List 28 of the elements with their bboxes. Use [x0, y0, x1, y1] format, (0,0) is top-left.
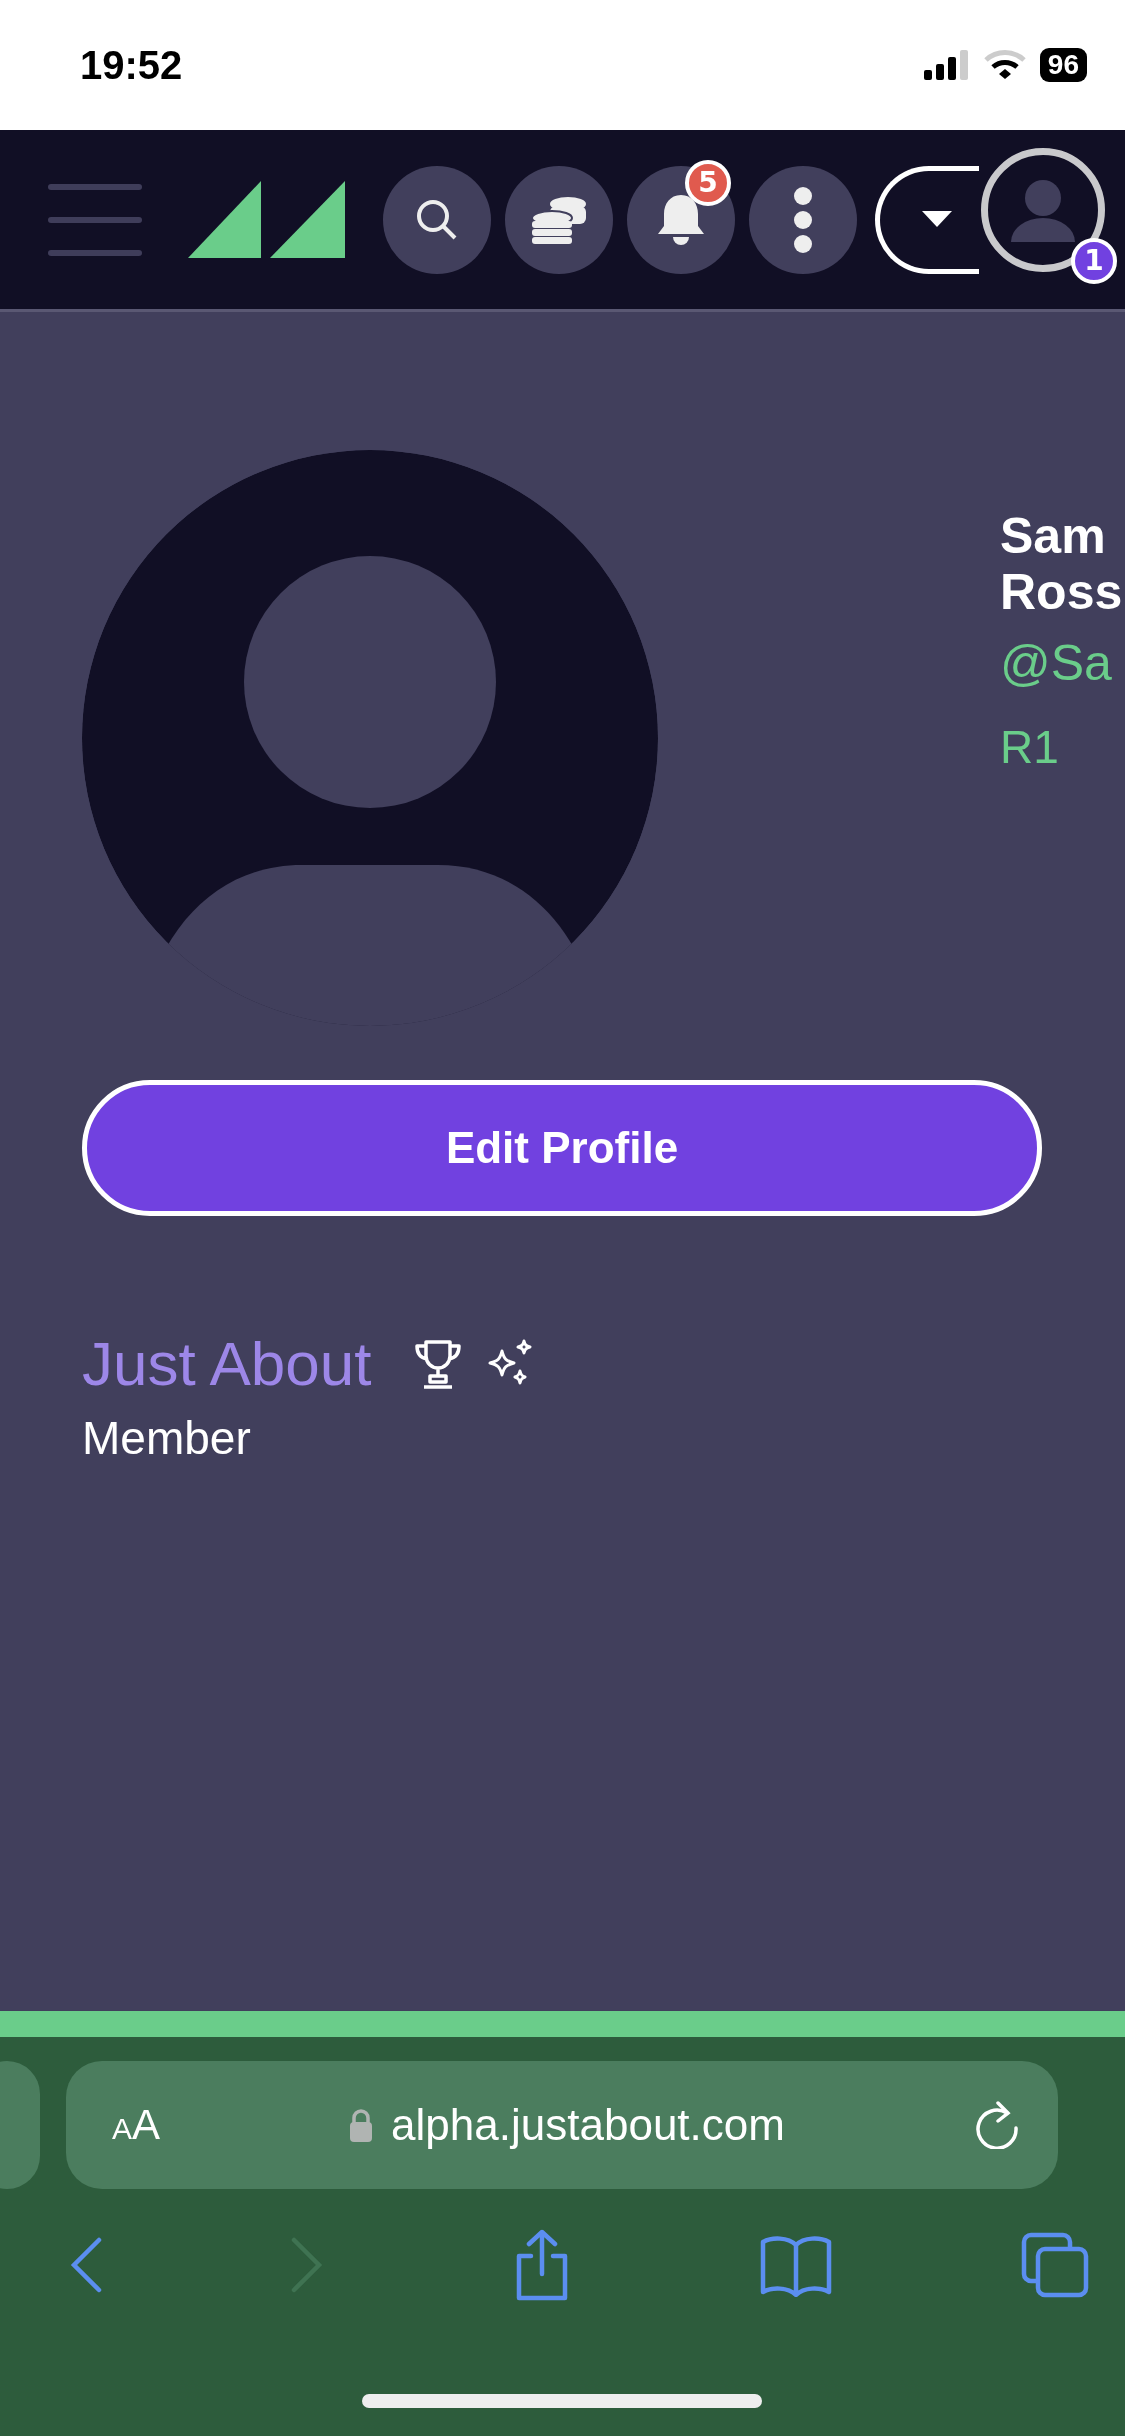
- profile-rank: R1: [1000, 720, 1060, 774]
- url-text: alpha.justabout.com: [391, 2100, 785, 2150]
- more-icon: [793, 186, 813, 253]
- lock-icon: [349, 2108, 374, 2142]
- community-name: Just About: [82, 1328, 372, 1399]
- tabs-icon[interactable]: [1021, 2232, 1089, 2298]
- search-icon: [415, 197, 459, 242]
- wifi-icon: [983, 50, 1026, 80]
- logo-icon[interactable]: [188, 181, 345, 258]
- bookmarks-icon[interactable]: [759, 2233, 832, 2297]
- account-menu-button[interactable]: [875, 165, 979, 274]
- reload-icon[interactable]: [974, 2101, 1020, 2149]
- status-time: 19:52: [80, 42, 183, 88]
- battery-level: 96: [1039, 48, 1087, 82]
- trophy-icon: [413, 1337, 462, 1390]
- notification-badge: 5: [685, 159, 731, 206]
- back-icon[interactable]: [70, 2237, 102, 2293]
- member-role: Member: [82, 1411, 252, 1465]
- account-badge: 1: [1071, 237, 1117, 284]
- address-bar[interactable]: AA alpha.justabout.com: [66, 2061, 1058, 2189]
- coins-icon: [530, 195, 588, 244]
- text-size-button[interactable]: AA: [112, 2101, 161, 2149]
- profile-handle: @Sa: [1000, 634, 1113, 692]
- caret-icon: [922, 210, 952, 229]
- signal-icon: [923, 50, 970, 80]
- profile-name: Sam Ross: [1000, 508, 1123, 620]
- avatar-icon: [82, 450, 658, 1026]
- edit-profile-button[interactable]: Edit Profile: [82, 1080, 1042, 1216]
